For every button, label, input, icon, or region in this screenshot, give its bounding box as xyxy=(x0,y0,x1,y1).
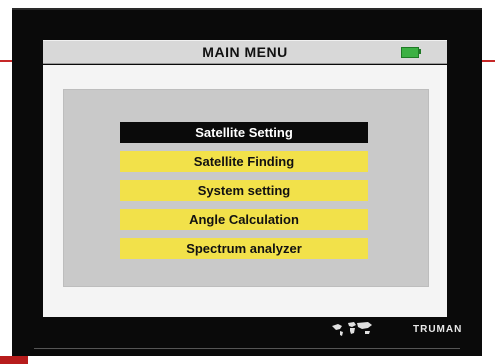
battery-tip xyxy=(418,49,421,54)
footer: TRUMAN xyxy=(12,318,482,356)
menu-item-angle-calculation[interactable]: Angle Calculation xyxy=(120,209,368,230)
header-bar: MAIN MENU xyxy=(43,40,447,64)
menu-item-spectrum-analyzer[interactable]: Spectrum analyzer xyxy=(120,238,368,259)
page: MAIN MENU Satellite Setting Satellite Fi… xyxy=(0,0,495,364)
page-rule-left xyxy=(0,60,12,62)
menu-item-satellite-finding[interactable]: Satellite Finding xyxy=(120,151,368,172)
menu-list: Satellite Setting Satellite Finding Syst… xyxy=(120,122,368,267)
menu-panel: Satellite Setting Satellite Finding Syst… xyxy=(63,89,429,287)
page-title: MAIN MENU xyxy=(202,44,288,60)
bottom-strip xyxy=(0,356,495,364)
footer-divider xyxy=(34,348,460,349)
world-map-icon xyxy=(332,322,372,336)
brand-logo: TRUMAN xyxy=(413,324,463,335)
menu-item-system-setting[interactable]: System setting xyxy=(120,180,368,201)
main-panel: Satellite Setting Satellite Finding Syst… xyxy=(43,65,447,317)
bottom-accent xyxy=(0,356,28,364)
battery-icon xyxy=(401,47,419,58)
menu-item-satellite-setting[interactable]: Satellite Setting xyxy=(120,122,368,143)
page-rule-right xyxy=(481,60,495,62)
device-screen: MAIN MENU Satellite Setting Satellite Fi… xyxy=(12,8,482,358)
